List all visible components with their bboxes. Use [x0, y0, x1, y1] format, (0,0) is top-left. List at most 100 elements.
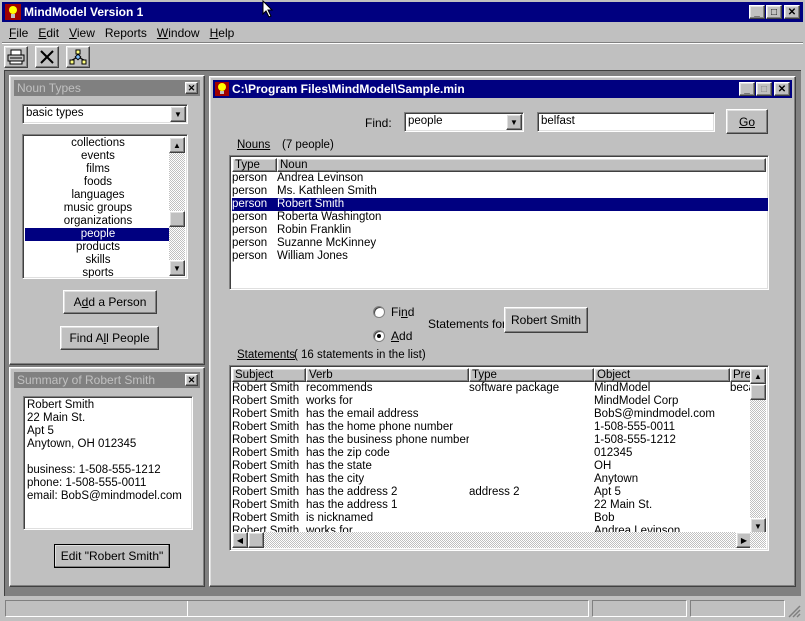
statement-row[interactable]: Robert Smith has the address 2 address 2 Ap…: [232, 486, 752, 499]
menu-window[interactable]: Window: [152, 26, 205, 40]
noun-types-dropdown[interactable]: basic types ▼: [22, 104, 188, 124]
stmt-col-object[interactable]: Object: [594, 368, 730, 382]
nouns-col-noun[interactable]: Noun: [277, 158, 766, 172]
noun-name-cell: William Jones: [277, 250, 348, 262]
statement-row[interactable]: Robert Smith has the email address BobS@mi…: [232, 408, 752, 421]
app-title: MindModel Version 1: [24, 5, 144, 19]
menu-reports[interactable]: Reports: [100, 26, 152, 40]
stmt-col-verb[interactable]: Verb: [306, 368, 469, 382]
noun-type-item[interactable]: films: [25, 163, 171, 176]
statement-row[interactable]: Robert Smith has the home phone number 1-5…: [232, 421, 752, 434]
menu-edit[interactable]: Edit: [33, 26, 64, 40]
close-button[interactable]: ✕: [784, 5, 800, 19]
find-all-people-button[interactable]: Find All People: [60, 326, 159, 350]
radio-find-circle[interactable]: [373, 306, 385, 318]
noun-row[interactable]: person William Jones: [232, 250, 768, 263]
summary-text[interactable]: Robert Smith 22 Main St. Apt 5 Anytown, OH …: [23, 396, 193, 530]
delete-button[interactable]: [35, 46, 59, 68]
noun-row[interactable]: person Robin Franklin: [232, 224, 768, 237]
noun-type-item[interactable]: sports: [25, 267, 171, 278]
summary-title-bar: Summary of Robert Smith ✕: [14, 372, 200, 388]
statements-vscrollbar[interactable]: ▲ ▼: [750, 368, 766, 534]
stmt-verb-cell: has the email address: [306, 408, 419, 420]
stmt-object-cell: 012345: [594, 447, 633, 459]
stmt-verb-cell: has the city: [306, 473, 365, 485]
statement-row[interactable]: Robert Smith is nicknamed Bob: [232, 512, 752, 525]
app-title-bar: MindModel Version 1 _ □ ✕: [2, 2, 803, 22]
noun-type-item[interactable]: foods: [25, 176, 171, 189]
summary-close-button[interactable]: ✕: [185, 374, 198, 386]
noun-type-item[interactable]: music groups: [25, 202, 171, 215]
noun-type-item[interactable]: people: [25, 228, 171, 241]
nouns-table[interactable]: Type Noun person Andrea Levinson person Ms.…: [229, 155, 769, 290]
scroll-up-button[interactable]: ▲: [750, 368, 766, 384]
chevron-down-icon[interactable]: ▼: [506, 114, 522, 130]
go-button[interactable]: Go: [726, 109, 768, 134]
statement-row[interactable]: Robert Smith has the address 1 22 Main St.: [232, 499, 752, 512]
noun-row[interactable]: person Ms. Kathleen Smith: [232, 185, 768, 198]
noun-row[interactable]: person Suzanne McKinney: [232, 237, 768, 250]
stmt-subject-cell: Robert Smith: [232, 512, 300, 524]
scroll-thumb[interactable]: [169, 211, 185, 227]
nouns-col-type[interactable]: Type: [232, 158, 277, 172]
statement-row[interactable]: Robert Smith recommends software package Mi…: [232, 382, 752, 395]
statements-table[interactable]: Subject Verb Type Object Prep Robert Smi…: [229, 365, 769, 551]
statements-hscrollbar[interactable]: ◀ ▶: [232, 532, 752, 548]
radio-add-circle[interactable]: [373, 330, 385, 342]
stmt-type-cell: software package: [469, 382, 560, 394]
menu-view[interactable]: View: [64, 26, 100, 40]
stmt-col-prep[interactable]: Prep: [730, 368, 752, 382]
noun-type-item[interactable]: organizations: [25, 215, 171, 228]
noun-type-item[interactable]: skills: [25, 254, 171, 267]
statement-row[interactable]: Robert Smith works for MindModel Corp: [232, 395, 752, 408]
scroll-thumb[interactable]: [750, 384, 766, 400]
noun-type-item[interactable]: products: [25, 241, 171, 254]
find-type-dropdown[interactable]: people ▼: [404, 112, 524, 132]
hscroll-thumb[interactable]: [248, 532, 264, 548]
add-radio[interactable]: Add: [373, 329, 412, 343]
find-radio[interactable]: Fi n d: [373, 305, 414, 319]
stmt-verb-cell: has the address 2: [306, 486, 398, 498]
chevron-down-icon[interactable]: ▼: [170, 106, 186, 122]
find-text-input[interactable]: belfast: [537, 112, 715, 132]
statements-for-button[interactable]: Robert Smith: [504, 307, 588, 333]
noun-type-cell: person: [232, 172, 268, 184]
noun-type-item[interactable]: collections: [25, 137, 171, 150]
noun-row[interactable]: person Andrea Levinson: [232, 172, 768, 185]
noun-types-scrollbar[interactable]: ▲ ▼: [169, 137, 185, 276]
print-button[interactable]: [4, 46, 28, 68]
doc-minimize-button[interactable]: _: [739, 82, 755, 96]
menu-help[interactable]: Help: [205, 26, 240, 40]
noun-row[interactable]: person Roberta Washington: [232, 211, 768, 224]
statement-row[interactable]: Robert Smith has the zip code 012345: [232, 447, 752, 460]
stmt-col-subject[interactable]: Subject: [232, 368, 306, 382]
stmt-subject-cell: Robert Smith: [232, 395, 300, 407]
statement-row[interactable]: Robert Smith has the city Anytown: [232, 473, 752, 486]
hierarchy-icon: [69, 49, 87, 65]
noun-types-list[interactable]: collections events films foods languages musi…: [22, 134, 188, 279]
menu-file[interactable]: File: [4, 26, 33, 40]
stmt-subject-cell: Robert Smith: [232, 486, 300, 498]
noun-row[interactable]: person Robert Smith: [231, 197, 768, 212]
noun-type-item[interactable]: events: [25, 150, 171, 163]
noun-types-close-button[interactable]: ✕: [185, 82, 198, 94]
doc-close-button[interactable]: ✕: [774, 82, 790, 96]
noun-types-title-bar: Noun Types ✕: [14, 80, 200, 96]
minimize-button[interactable]: _: [749, 5, 765, 19]
hierarchy-button[interactable]: [66, 46, 90, 68]
scroll-left-button[interactable]: ◀: [232, 532, 248, 548]
doc-maximize-button[interactable]: □: [756, 82, 772, 96]
scroll-up-button[interactable]: ▲: [169, 137, 185, 153]
statement-row[interactable]: Robert Smith has the state OH: [232, 460, 752, 473]
resize-grip-icon[interactable]: [787, 604, 801, 618]
stmt-object-cell: 22 Main St.: [594, 499, 653, 511]
statement-row[interactable]: Robert Smith has the business phone numbe…: [232, 434, 752, 447]
stmt-col-type[interactable]: Type: [469, 368, 594, 382]
stmt-prep-cell: beca: [730, 382, 752, 394]
add-person-button[interactable]: Add a Person: [63, 290, 157, 314]
noun-type-item[interactable]: languages: [25, 189, 171, 202]
scroll-down-button[interactable]: ▼: [169, 260, 185, 276]
edit-robert-smith-button[interactable]: Edit "Robert Smith": [54, 544, 170, 568]
maximize-button[interactable]: □: [766, 5, 782, 19]
stmt-verb-cell: has the address 1: [306, 499, 398, 511]
